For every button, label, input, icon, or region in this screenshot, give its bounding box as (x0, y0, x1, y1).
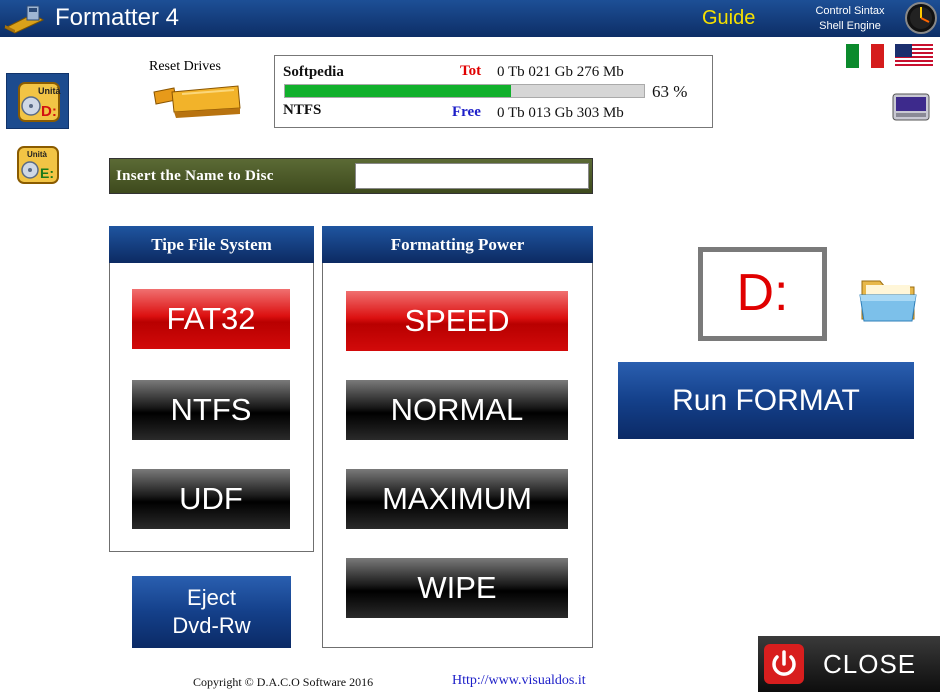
usage-percent: 63 % (652, 82, 688, 101)
speed-button[interactable]: SPEED (346, 291, 568, 351)
eject-line1: Eject (187, 585, 236, 610)
reset-drives-label: Reset Drives (149, 59, 221, 74)
guide-link[interactable]: Guide (702, 7, 755, 30)
current-file-system: NTFS (283, 102, 322, 118)
total-label: Tot (460, 63, 482, 79)
drive-name: Softpedia (283, 64, 344, 80)
close-label: CLOSE (823, 649, 917, 679)
disc-name-input[interactable] (355, 163, 589, 189)
drive-d-caption: Unità (38, 86, 61, 96)
ntfs-button[interactable]: NTFS (132, 380, 290, 440)
drive-d-letter: D: (41, 103, 57, 120)
app-title: Formatter 4 (55, 4, 180, 31)
italian-flag-icon[interactable] (846, 44, 885, 68)
control-syntax-link[interactable]: Control Sintax Shell Engine (805, 4, 895, 34)
selected-drive-letter: D: (698, 247, 827, 341)
fat32-button[interactable]: FAT32 (132, 289, 290, 349)
drive-e-button[interactable]: Unità E: (13, 143, 63, 187)
title-bar: Formatter 4 Guide Control Sintax Shell E… (0, 0, 940, 37)
maximum-button[interactable]: MAXIMUM (346, 469, 568, 529)
copyright-text: Copyright © D.A.C.O Software 2016 (193, 675, 374, 689)
udf-button[interactable]: UDF (132, 469, 290, 529)
power-icon (764, 644, 804, 684)
folder-icon[interactable] (858, 271, 918, 325)
reset-drives-icon[interactable] (152, 78, 242, 120)
close-button[interactable]: CLOSE (758, 636, 940, 692)
run-format-button[interactable]: Run FORMAT (618, 362, 914, 439)
gauge-icon[interactable] (904, 1, 938, 35)
drive-d-button[interactable]: Unità D: (6, 73, 69, 129)
free-label: Free (452, 104, 481, 120)
control-syntax-line1: Control Sintax (815, 5, 885, 17)
disc-name-label: Insert the Name to Disc (116, 168, 274, 184)
control-syntax-line2: Shell Engine (819, 20, 881, 32)
wipe-button[interactable]: WIPE (346, 558, 568, 618)
us-flag-icon[interactable] (895, 44, 933, 68)
total-size: 0 Tb 021 Gb 276 Mb (497, 64, 624, 80)
usage-progress-fill (285, 85, 512, 97)
usage-progress-bar (284, 84, 645, 98)
eject-dvd-button[interactable]: Eject Dvd-Rw (132, 576, 291, 648)
drive-d-icon: Unità D: (18, 82, 61, 122)
drive-e-icon: Unità E: (17, 146, 59, 184)
keyboard-icon[interactable] (892, 92, 930, 122)
formatting-power-title: Formatting Power (322, 226, 593, 263)
disc-name-bar: Insert the Name to Disc (109, 158, 593, 194)
drive-e-caption: Unità (27, 150, 48, 159)
eject-line2: Dvd-Rw (172, 613, 251, 638)
drive-info-panel: Softpedia Tot 0 Tb 021 Gb 276 Mb 63 % NT… (274, 55, 713, 128)
drive-e-letter: E: (40, 165, 54, 181)
free-size: 0 Tb 013 Gb 303 Mb (497, 105, 624, 121)
normal-button[interactable]: NORMAL (346, 380, 568, 440)
website-link[interactable]: Http://www.visualdos.it (452, 673, 586, 689)
app-logo-icon (3, 5, 45, 34)
file-system-title: Tipe File System (109, 226, 314, 263)
